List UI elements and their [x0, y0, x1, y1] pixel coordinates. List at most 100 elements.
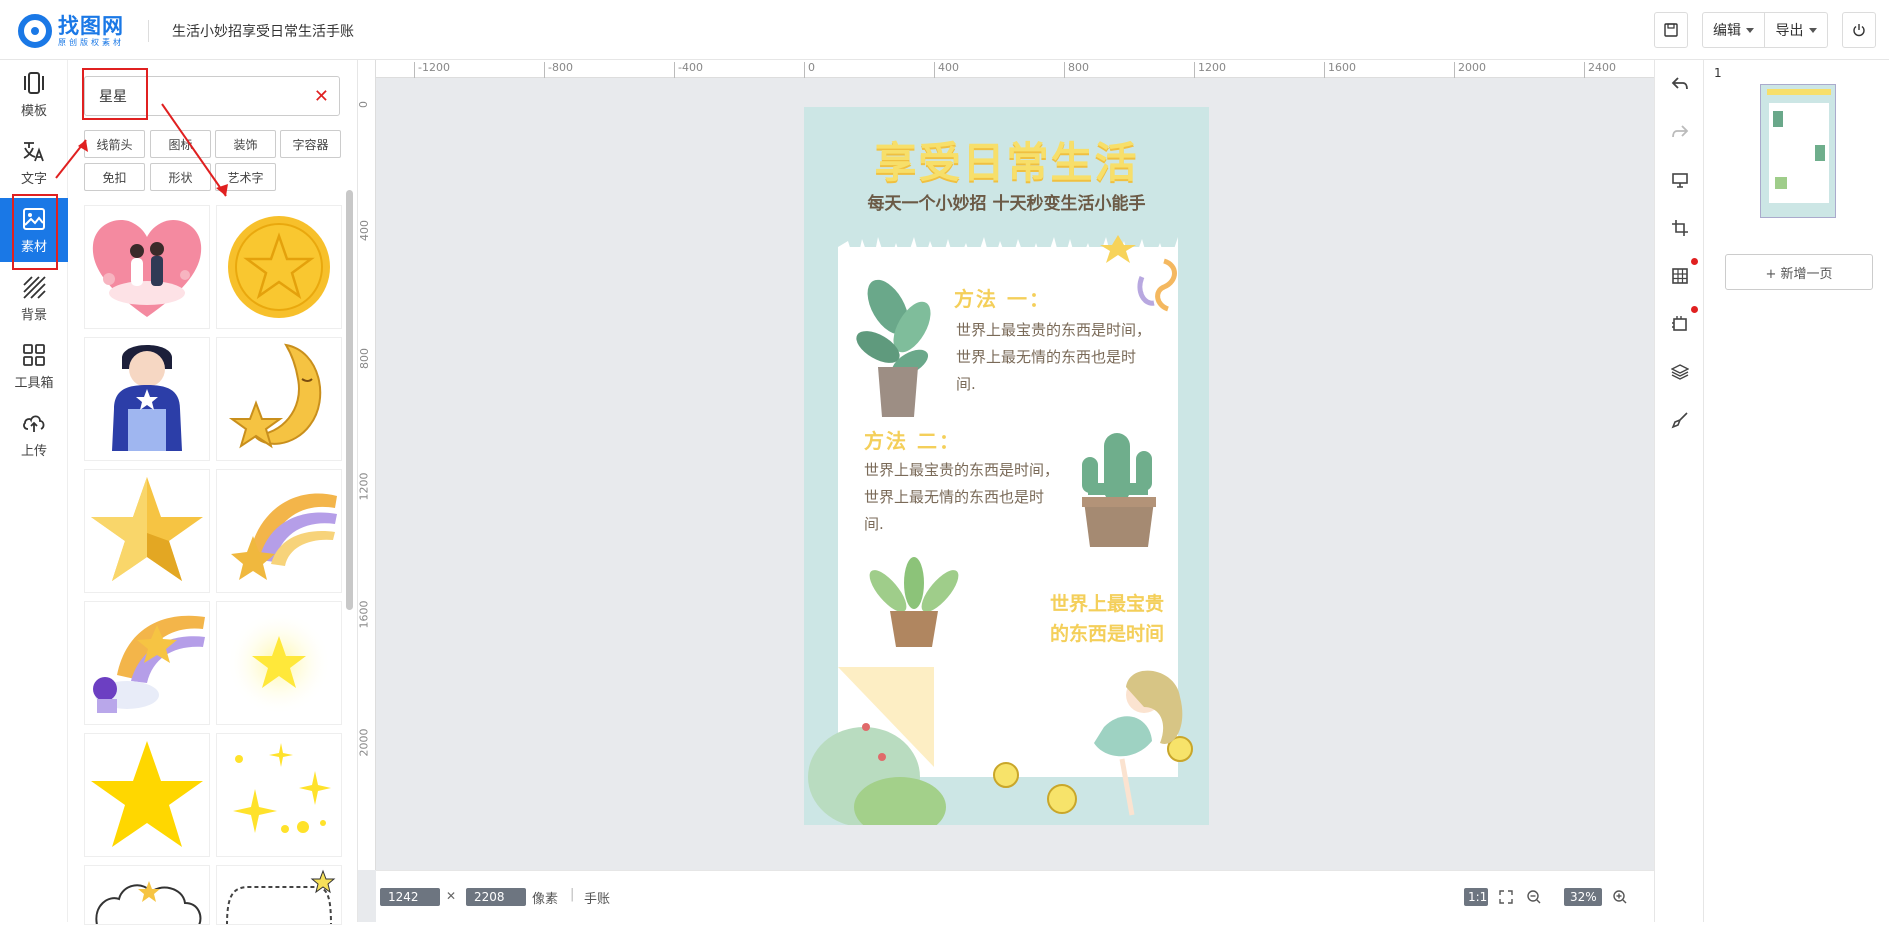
crop-button[interactable]: [1668, 216, 1692, 240]
material-astronaut-shooting-star[interactable]: [84, 601, 210, 725]
ruler-label: 1200: [1198, 61, 1226, 74]
method-two-body[interactable]: 世界上最宝贵的东西是时间，世界上最无情的东西也是时间.: [864, 457, 1060, 538]
upload-icon: [23, 414, 45, 432]
export-menu-button[interactable]: 导出: [1764, 12, 1828, 48]
potted-plant-3: [869, 557, 959, 647]
gold-star-coin-image: [228, 216, 330, 318]
material-shooting-star[interactable]: [216, 469, 342, 593]
poster-title[interactable]: 享受日常生活: [804, 129, 1209, 190]
rail-item-upload[interactable]: 上传: [0, 402, 68, 466]
material-couple-heart[interactable]: [84, 205, 210, 329]
document-title[interactable]: 生活小妙招享受日常生活手账: [172, 21, 354, 41]
material-cloud-frame[interactable]: [84, 865, 210, 925]
rail-label: 工具箱: [14, 375, 54, 391]
material-sparkles[interactable]: [216, 733, 342, 857]
method-one-heading[interactable]: 方法 一：: [954, 283, 1051, 312]
presentation-button[interactable]: [1668, 168, 1692, 192]
clear-search-icon[interactable]: ✕: [314, 86, 329, 107]
potted-plant-1: [856, 279, 931, 417]
ruler-label: 400: [358, 220, 371, 241]
glowing-star-image: [227, 611, 331, 715]
guides-button[interactable]: [1668, 312, 1692, 336]
golden-star-image: [91, 477, 203, 581]
notification-dot: [1691, 258, 1698, 265]
broom-icon: [1671, 412, 1688, 429]
material-boy-holding-star[interactable]: [84, 337, 210, 461]
material-gold-star-coin[interactable]: [216, 205, 342, 329]
save-button[interactable]: [1654, 12, 1688, 48]
header-divider: [148, 20, 149, 42]
zoom-level[interactable]: 32%: [1564, 888, 1602, 906]
redo-button[interactable]: [1668, 120, 1692, 144]
presentation-icon: [1672, 173, 1688, 188]
canvas-bottom-bar: 1242 ✕ 2208 像素 | 手账 1:1 32%: [376, 870, 1654, 922]
rail-label: 背景: [20, 307, 47, 323]
layers-button[interactable]: [1668, 360, 1692, 384]
image-icon: [23, 207, 45, 230]
page-number: 1: [1714, 66, 1722, 80]
material-dotted-frame[interactable]: [216, 865, 342, 925]
material-golden-star[interactable]: [84, 469, 210, 593]
material-yellow-star[interactable]: [84, 733, 210, 857]
fit-screen-icon[interactable]: [1498, 889, 1514, 905]
material-moon-and-star[interactable]: [216, 337, 342, 461]
poster-canvas[interactable]: 享受日常生活 每天一个小妙招 十天秒变生活小能手 方法 一： 世界上最宝贵的东西…: [804, 107, 1209, 825]
ruler-left: 0 400 800 1200 1600 2000: [357, 60, 376, 870]
document-type-label: 手账: [584, 892, 611, 907]
undo-button[interactable]: [1668, 72, 1692, 96]
tag-item[interactable]: 字容器: [280, 130, 341, 158]
page-thumbnail[interactable]: [1760, 84, 1836, 218]
clean-button[interactable]: [1668, 408, 1692, 432]
canvas-height-input[interactable]: 2208: [466, 888, 526, 906]
chevron-down-icon: [1746, 27, 1754, 33]
zoom-in-icon[interactable]: [1612, 889, 1628, 905]
notification-dot: [1691, 306, 1698, 313]
footer-line-1[interactable]: 世界上最宝贵: [1004, 589, 1164, 619]
zoom-out-icon[interactable]: [1526, 889, 1542, 905]
right-tool-strip: [1654, 60, 1704, 922]
ruler-label: -1200: [418, 61, 450, 74]
canvas-width-input[interactable]: 1242: [380, 888, 440, 906]
ruler-label: 400: [938, 61, 959, 74]
ruler-label: 1200: [357, 472, 371, 501]
boy-holding-star-image: [112, 345, 182, 451]
chevron-down-icon: [1808, 27, 1817, 33]
logo-icon: [18, 14, 52, 48]
method-one-body[interactable]: 世界上最宝贵的东西是时间，世界上最无情的东西也是时间.: [956, 317, 1152, 398]
panel-scrollbar[interactable]: [346, 190, 353, 610]
shooting-star-image: [231, 493, 337, 580]
couple-heart-image: [92, 219, 202, 317]
logo[interactable]: 找图网 原创版权素材: [18, 12, 148, 50]
rail-label: 模板: [20, 103, 47, 119]
redo-icon: [1672, 125, 1689, 138]
method-two-heading[interactable]: 方法 二：: [864, 425, 961, 454]
torn-edge-decoration: [838, 235, 1178, 267]
export-label: 导出: [1775, 23, 1804, 39]
logo-name: 找图网: [58, 14, 124, 38]
ruler-top: -1200 -800 -400 0 400 800 1200 1600 2000…: [358, 60, 1654, 78]
crop-icon: [1672, 220, 1688, 236]
power-button[interactable]: [1842, 12, 1876, 48]
yellow-star-image: [91, 741, 203, 847]
footer-line-2[interactable]: 的东西是时间: [1004, 619, 1164, 649]
logo-tagline: 原创版权素材: [58, 38, 124, 47]
rail-label: 上传: [20, 443, 47, 459]
unit-label: 像素: [532, 892, 559, 907]
pages-panel: 1 + 新增一页: [1704, 60, 1889, 922]
edit-menu-button[interactable]: 编辑: [1702, 12, 1765, 48]
add-page-button[interactable]: + 新增一页: [1725, 254, 1873, 290]
moon-and-star-image: [228, 343, 322, 449]
ruler-label: 1600: [357, 600, 371, 629]
poster-subtitle[interactable]: 每天一个小妙招 十天秒变生活小能手: [804, 189, 1209, 214]
bottom-decorations: [808, 667, 1193, 825]
arrow-annotation-icon: [55, 103, 228, 197]
material-glowing-star[interactable]: [216, 601, 342, 725]
grid-button[interactable]: [1668, 264, 1692, 288]
ratio-1to1-button[interactable]: 1:1: [1464, 888, 1488, 906]
layers-icon: [1671, 364, 1689, 380]
power-icon: [1853, 24, 1865, 37]
cactus-plant: [1082, 433, 1156, 547]
rail-item-toolbox[interactable]: 工具箱: [0, 334, 68, 398]
ruler-label: 2400: [1588, 61, 1616, 74]
rail-item-background[interactable]: 背景: [0, 266, 68, 330]
